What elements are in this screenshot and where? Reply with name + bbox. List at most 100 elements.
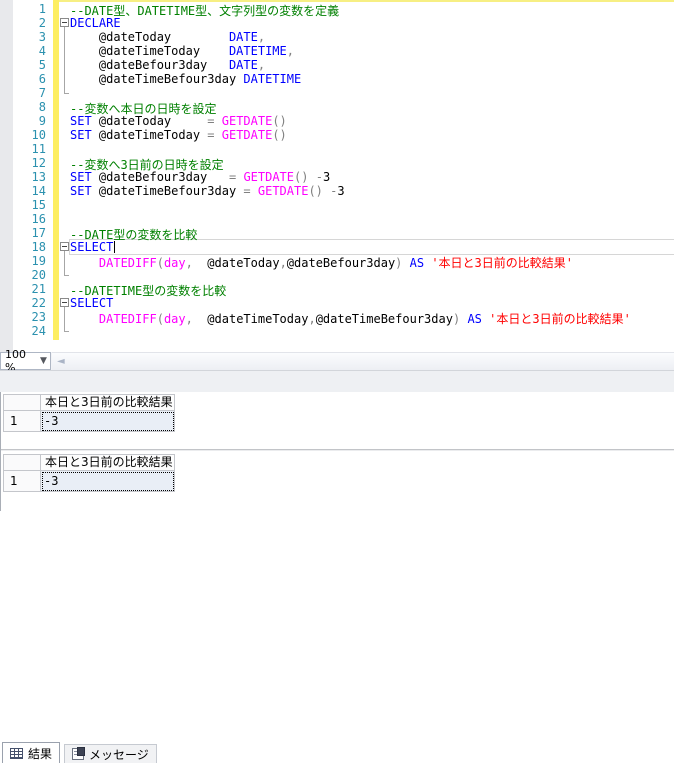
token-op: ()	[272, 114, 287, 128]
line-number[interactable]: 9	[13, 114, 49, 128]
code-line-12[interactable]: --変数へ3日前の日時を設定	[70, 156, 631, 172]
line-number[interactable]: 13	[13, 170, 49, 184]
line-number[interactable]: 20	[13, 268, 49, 282]
fold-collapse-box[interactable]	[60, 18, 69, 27]
line-number[interactable]: 11	[13, 142, 49, 156]
result-grid-1: 本日と3日前の比較結果 1 -3	[3, 394, 175, 432]
code-line-16[interactable]	[70, 212, 631, 226]
code-line-6[interactable]: @dateTimeBefour3day DATETIME	[70, 72, 631, 86]
code-line-10[interactable]: SET @dateTimeToday = GETDATE()	[70, 128, 631, 142]
code-line-3[interactable]: @dateToday DATE,	[70, 30, 631, 44]
line-number[interactable]: 12	[13, 156, 49, 170]
code-line-22[interactable]: SELECT	[70, 296, 631, 310]
code-line-8[interactable]: --変数へ本日の日時を設定	[70, 100, 631, 116]
line-number[interactable]: 2	[13, 16, 49, 30]
line-number[interactable]: 5	[13, 58, 49, 72]
line-number-gutter[interactable]: 1 2 3 4 5 6 7 8 9 10 11 12 13 14 15 16 17 18 19 20 21 22 23 24	[13, 2, 49, 338]
code-line-24[interactable]	[70, 324, 631, 338]
chevron-down-icon[interactable]: ▼	[37, 356, 50, 366]
code-line-14[interactable]: SET @dateTimeBefour3day = GETDATE() -3	[70, 184, 631, 198]
line-number[interactable]: 1	[13, 2, 49, 16]
code-line-7[interactable]	[70, 86, 631, 100]
token-id: @dateToday	[192, 256, 280, 270]
token-op: -	[315, 170, 323, 184]
grid-row-header[interactable]: 1	[3, 471, 41, 492]
line-number[interactable]: 18	[13, 240, 49, 254]
line-number[interactable]: 6	[13, 72, 49, 86]
tab-results[interactable]: 結果	[2, 742, 61, 763]
line-number[interactable]: 3	[13, 30, 49, 44]
token-op: ()	[272, 128, 287, 142]
token-fn: GETDATE	[257, 184, 309, 198]
code-area[interactable]: --DATE型、DATETIME型、文字列型の変数を定義 DECLARE @dat…	[70, 2, 631, 338]
code-line-23[interactable]: DATEDIFF(day, @dateTimeToday,@dateTimeBe…	[70, 310, 631, 326]
line-number[interactable]: 10	[13, 128, 49, 142]
tab-messages[interactable]: メッセージ	[64, 744, 157, 763]
code-line-21[interactable]: --DATETIME型の変数を比較	[70, 282, 631, 298]
code-line-11[interactable]	[70, 142, 631, 156]
code-line-15[interactable]	[70, 198, 631, 212]
token-kw: SET	[70, 114, 92, 128]
line-number[interactable]: 7	[13, 86, 49, 100]
line-number[interactable]: 17	[13, 226, 49, 240]
line-number[interactable]: 16	[13, 212, 49, 226]
line-number[interactable]: 19	[13, 254, 49, 268]
token-id	[70, 312, 99, 326]
scroll-left-arrow-icon[interactable]: ◄	[57, 356, 65, 367]
fold-line	[64, 30, 65, 44]
grid-cell-selected[interactable]: -3	[41, 411, 175, 432]
token-op: =	[207, 114, 215, 128]
grid-row: 1 -3	[3, 471, 175, 492]
token-kw: SELECT	[70, 296, 114, 310]
token-op: (	[156, 256, 164, 270]
code-line-4[interactable]: @dateTimeToday DATETIME,	[70, 44, 631, 58]
grid-column-header[interactable]: 本日と3日前の比較結果	[41, 454, 175, 471]
token-id: @dateBefour3day	[91, 170, 229, 184]
tab-results-label: 結果	[28, 746, 53, 761]
token-op: =	[243, 184, 251, 198]
horizontal-scrollbar[interactable]: ◄	[52, 352, 674, 371]
token-id: @dateBefour3day	[70, 58, 229, 72]
code-line-20[interactable]	[70, 268, 631, 282]
line-number[interactable]: 24	[13, 324, 49, 338]
track-changes-bar	[53, 0, 59, 340]
grid-cell-selected[interactable]: -3	[41, 471, 175, 492]
code-line-5[interactable]: @dateBefour3day DATE,	[70, 58, 631, 72]
fold-collapse-box[interactable]	[60, 298, 69, 307]
token-op: ,	[308, 312, 316, 326]
code-line-13[interactable]: SET @dateBefour3day = GETDATE() -3	[70, 170, 631, 184]
zoom-level-combobox[interactable]: 100 % ▼	[0, 348, 51, 374]
code-line-9[interactable]: SET @dateToday = GETDATE()	[70, 114, 631, 128]
fold-line	[64, 310, 65, 324]
line-number[interactable]: 23	[13, 310, 49, 324]
fold-line	[64, 268, 65, 276]
sql-query-editor[interactable]: 1 2 3 4 5 6 7 8 9 10 11 12 13 14 15 16 17 18 19 20 21 22 23 24 …	[0, 0, 674, 352]
token-op: ,	[279, 256, 287, 270]
grid-column-header[interactable]: 本日と3日前の比較結果	[41, 394, 175, 411]
fold-line	[64, 86, 65, 94]
token-kw: AS	[409, 256, 425, 270]
token-fn: DATEDIFF	[98, 312, 157, 326]
code-line-1[interactable]: --DATE型、DATETIME型、文字列型の変数を定義	[70, 2, 631, 18]
line-number[interactable]: 14	[13, 184, 49, 198]
grid-corner-cell[interactable]	[3, 394, 41, 411]
code-line-17[interactable]: --DATE型の変数を比較	[70, 226, 631, 242]
token-op: ,	[185, 312, 193, 326]
token-fn: day	[163, 256, 186, 270]
code-line-19[interactable]: DATEDIFF(day, @dateToday,@dateBefour3day…	[70, 254, 631, 270]
token-fn: GETDATE	[221, 114, 273, 128]
table-grid-icon	[10, 747, 23, 759]
token-op: =	[207, 128, 215, 142]
code-line-18[interactable]: SELECT	[70, 240, 631, 254]
token-id: @dateTimeBefour3day	[70, 72, 244, 86]
line-number[interactable]: 4	[13, 44, 49, 58]
token-fn: GETDATE	[221, 128, 273, 142]
line-number[interactable]: 8	[13, 100, 49, 114]
line-number[interactable]: 22	[13, 296, 49, 310]
code-line-2[interactable]: DECLARE	[70, 16, 631, 30]
grid-corner-cell[interactable]	[3, 454, 41, 471]
line-number[interactable]: 21	[13, 282, 49, 296]
fold-collapse-box[interactable]	[60, 242, 69, 251]
line-number[interactable]: 15	[13, 198, 49, 212]
grid-row-header[interactable]: 1	[3, 411, 41, 432]
